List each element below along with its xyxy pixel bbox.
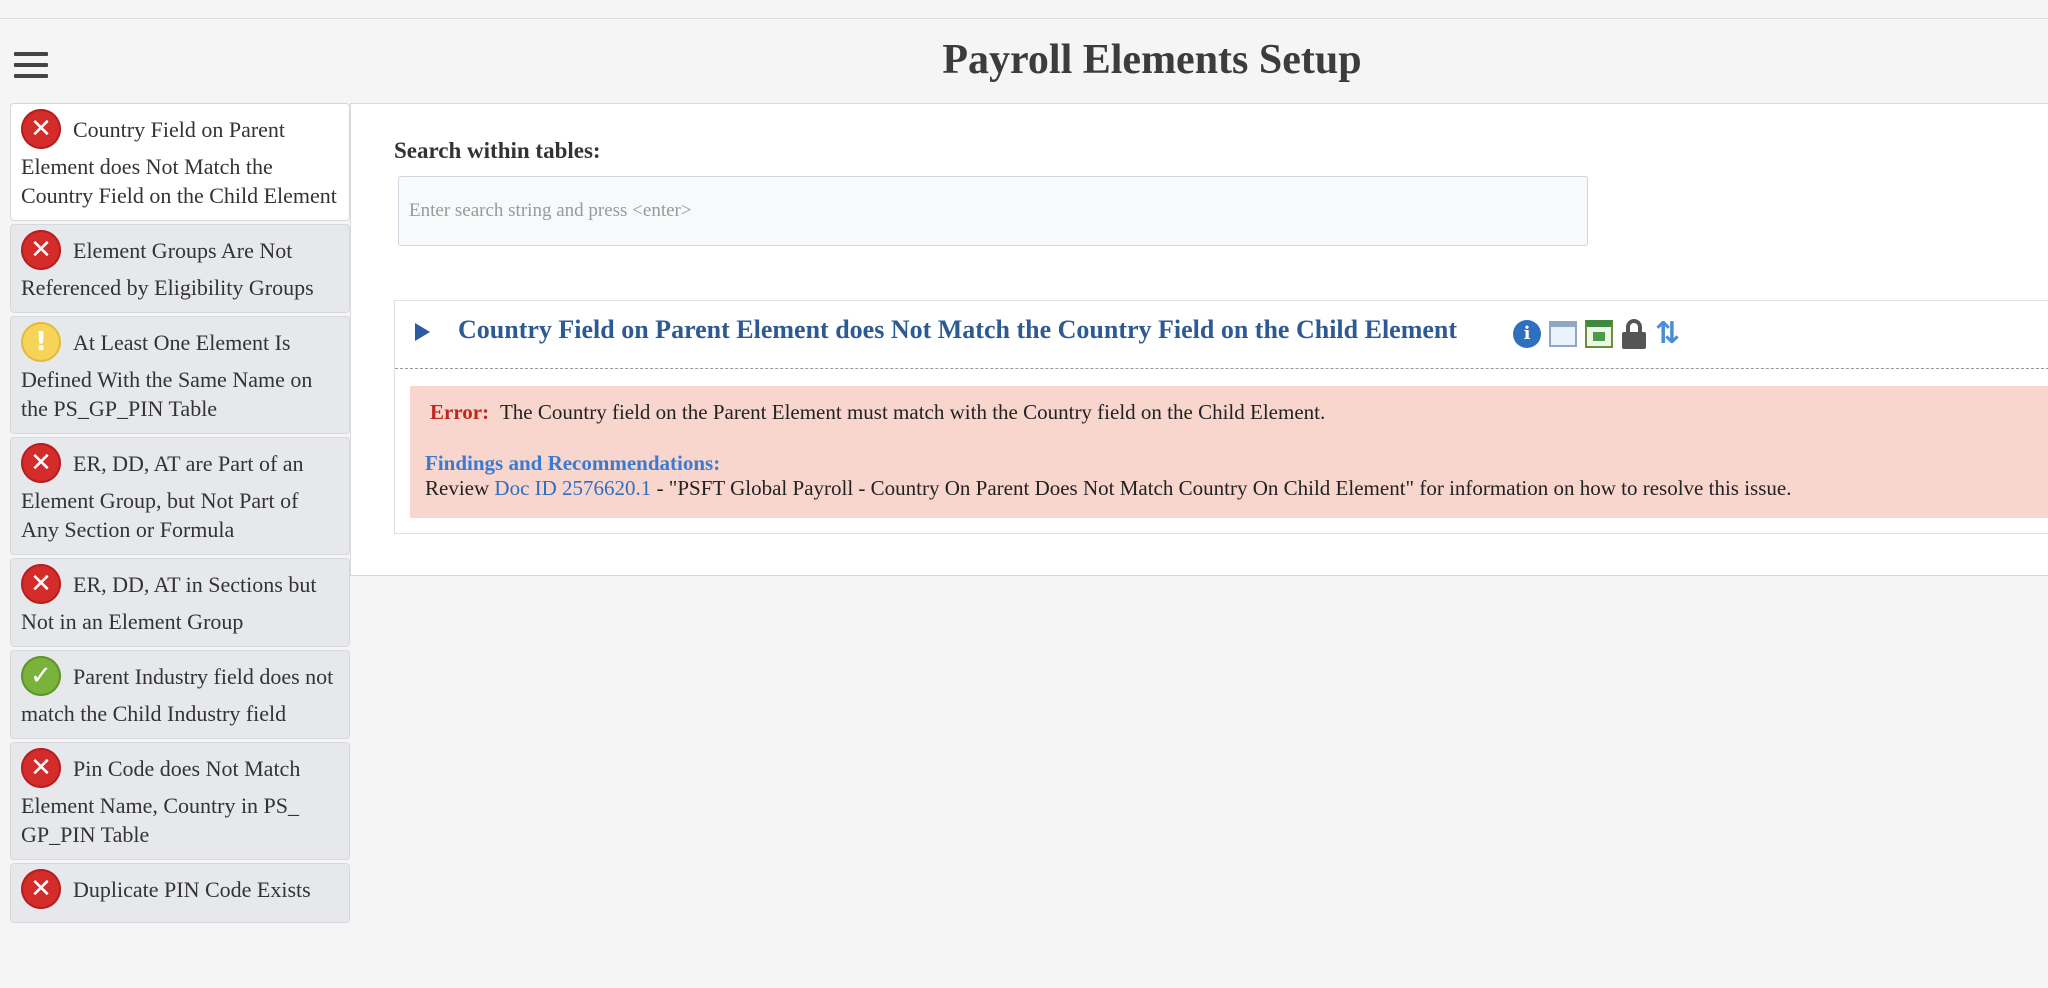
section-toolbar: i ⇅ [1513, 319, 1680, 349]
sidebar-item-label: Pin Code does Not Match Element Name, Co… [21, 756, 301, 847]
error-x-icon: ✕ [21, 230, 61, 270]
check-icon: ✓ [21, 656, 61, 696]
sidebar-item[interactable]: ✓ Parent Industry field does not match th… [10, 650, 350, 739]
window-icon[interactable] [1549, 321, 1577, 347]
error-box: Error: The Country field on the Parent E… [410, 386, 2048, 518]
sidebar-item[interactable]: ✕ Pin Code does Not Match Element Name, C… [10, 742, 350, 860]
lock-icon[interactable] [1621, 319, 1647, 349]
warning-icon: ! [21, 322, 61, 362]
sidebar-item[interactable]: ! At Least One Element Is Defined With th… [10, 316, 350, 434]
sidebar-item-label: ER, DD, AT are Part of an Element Group,… [21, 451, 304, 542]
top-divider [0, 18, 2048, 19]
sidebar-item-label: Duplicate PIN Code Exists [73, 877, 311, 903]
expand-triangle-icon[interactable] [415, 323, 430, 341]
sidebar-item[interactable]: ✕ Duplicate PIN Code Exists [10, 863, 350, 923]
excel-export-icon[interactable] [1585, 320, 1613, 348]
findings-title: Findings and Recommendations: [425, 451, 721, 475]
error-message: Error: The Country field on the Parent E… [430, 400, 1325, 425]
sidebar-item[interactable]: ✕ ER, DD, AT are Part of an Element Group… [10, 437, 350, 555]
sidebar-item[interactable]: ✕ Element Groups Are Not Referenced by El… [10, 224, 350, 313]
sidebar-item-label: At Least One Element Is Defined With the… [21, 330, 313, 421]
sidebar-item-label: ER, DD, AT in Sections but Not in an Ele… [21, 572, 317, 634]
review-text: Review Doc ID 2576620.1 - "PSFT Global P… [425, 476, 1791, 501]
sidebar-item-label: Element Groups Are Not Referenced by Eli… [21, 238, 314, 300]
error-x-icon: ✕ [21, 109, 61, 149]
page-title: Payroll Elements Setup [942, 37, 1362, 83]
error-x-icon: ✕ [21, 748, 61, 788]
sidebar-item[interactable]: ✕ Country Field on Parent Element does No… [10, 103, 350, 221]
doc-id-link[interactable]: Doc ID 2576620.1 [494, 476, 651, 500]
search-label: Search within tables: [394, 138, 601, 163]
sort-icon[interactable]: ⇅ [1655, 319, 1680, 349]
review-prefix: Review [425, 476, 495, 500]
error-x-icon: ✕ [21, 869, 61, 909]
search-input[interactable] [398, 176, 1588, 246]
error-x-icon: ✕ [21, 443, 61, 483]
sidebar-item-label: Country Field on Parent Element does Not… [21, 117, 337, 208]
error-label: Error: [430, 400, 490, 424]
info-icon[interactable]: i [1513, 320, 1541, 348]
review-suffix: - "PSFT Global Payroll - Country On Pare… [651, 476, 1792, 500]
sidebar: ✕ Country Field on Parent Element does No… [10, 103, 350, 926]
error-x-icon: ✕ [21, 564, 61, 604]
sidebar-item-label: Parent Industry field does not match the… [21, 664, 334, 726]
section-title[interactable]: Country Field on Parent Element does Not… [458, 315, 1457, 345]
sidebar-item[interactable]: ✕ ER, DD, AT in Sections but Not in an El… [10, 558, 350, 647]
error-text: The Country field on the Parent Element … [499, 400, 1326, 424]
section-header: Country Field on Parent Element does Not… [395, 301, 2048, 369]
check-section: Country Field on Parent Element does Not… [394, 300, 2048, 534]
main-panel: Search within tables: Country Field on P… [350, 103, 2048, 576]
